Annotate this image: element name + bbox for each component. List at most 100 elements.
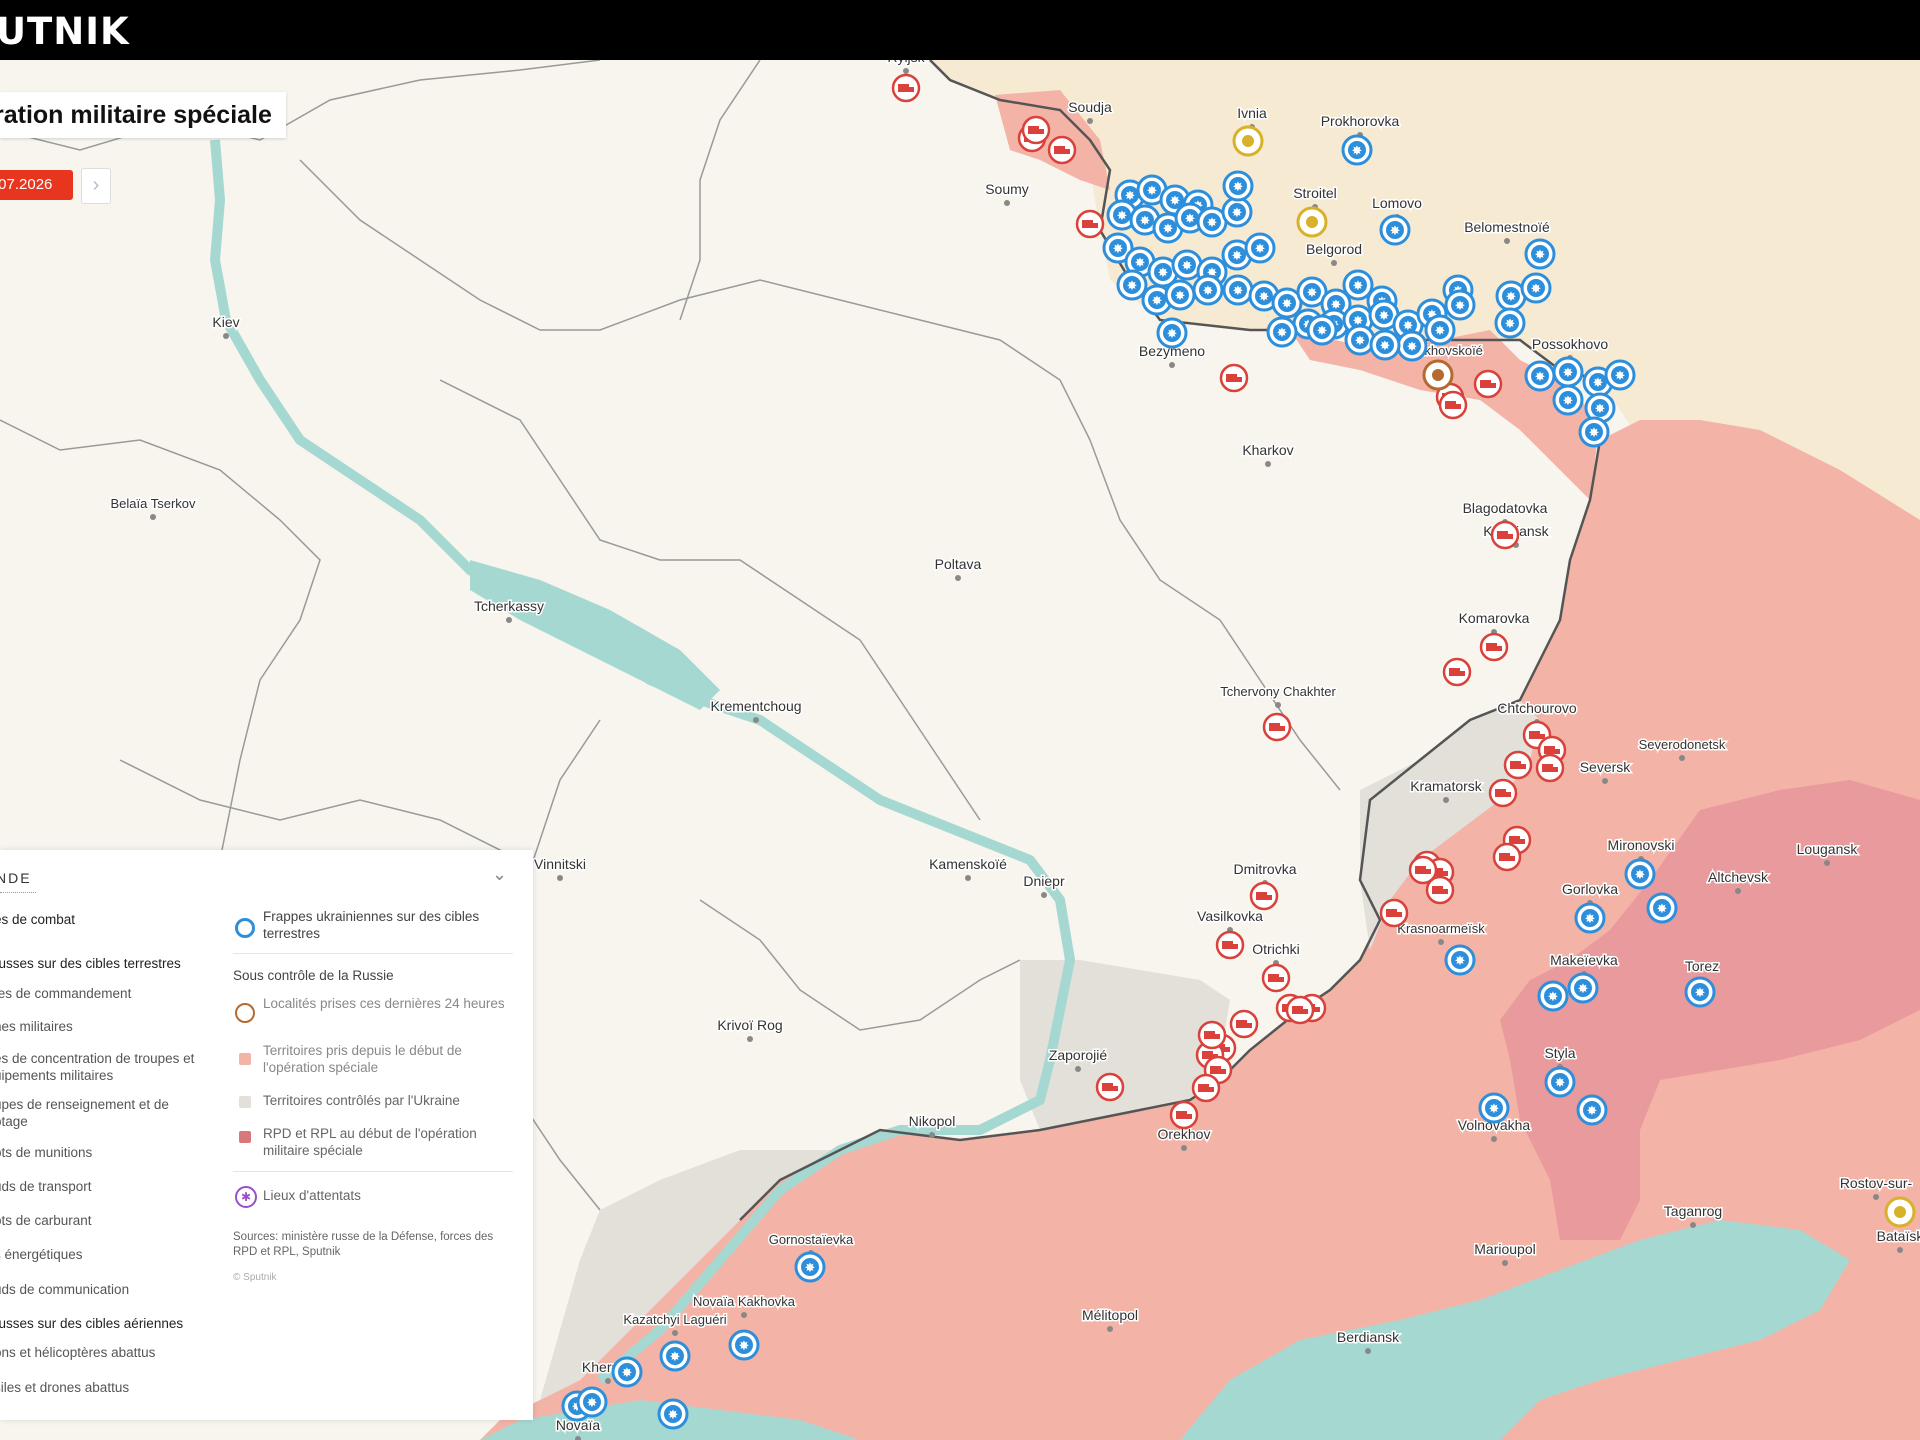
city-label[interactable]: Bataïsk xyxy=(1875,1227,1920,1246)
ukrainian-strike-marker[interactable]: ✸ xyxy=(1116,269,1148,301)
ukrainian-strike-marker[interactable]: ✸ xyxy=(657,1398,689,1430)
city-label[interactable]: Novaïa Kakhovka xyxy=(692,1293,798,1311)
ukrainian-strike-marker[interactable]: ✸ xyxy=(1341,134,1373,166)
legend-item[interactable]: siles et drones abattus xyxy=(0,1380,129,1395)
ukrainian-strike-marker[interactable]: ✸ xyxy=(1552,356,1584,388)
city-label[interactable]: Soudja xyxy=(1067,98,1114,117)
ukrainian-strike-marker[interactable]: ✸ xyxy=(1306,314,1338,346)
ukrainian-strike-marker[interactable]: ✸ xyxy=(1576,1094,1608,1126)
russian-strike-marker[interactable] xyxy=(1488,778,1518,808)
ukrainian-strike-marker[interactable]: ✸ xyxy=(659,1340,691,1372)
legend-ukraine-control[interactable]: Territoires contrôlés par l'Ukraine xyxy=(263,1092,508,1109)
city-label[interactable]: Dniepr xyxy=(1022,872,1067,891)
city-label[interactable]: Blagodatovka xyxy=(1461,499,1549,518)
chevron-right-icon[interactable]: › xyxy=(81,168,111,204)
legend-item[interactable]: uds de transport xyxy=(0,1179,92,1194)
legend-attacks[interactable]: Lieux d'attentats xyxy=(263,1187,508,1204)
legend-item[interactable]: russes sur des cibles aériennes xyxy=(0,1316,183,1331)
ukrainian-strike-marker[interactable]: ✸ xyxy=(1494,307,1526,339)
legend-item[interactable]: es de concentration de troupes et xyxy=(0,1051,194,1066)
city-label[interactable]: Kharkov xyxy=(1241,441,1295,460)
yellow-marker[interactable] xyxy=(1232,125,1264,157)
city-label[interactable]: Severodonetsk xyxy=(1637,736,1727,754)
city-label[interactable]: Stroitel xyxy=(1292,184,1339,203)
city-label[interactable]: Altchevsk xyxy=(1707,868,1771,887)
russian-strike-marker[interactable] xyxy=(1442,657,1472,687)
russian-strike-marker[interactable] xyxy=(1229,1009,1259,1039)
city-label[interactable]: Rostov-sur- xyxy=(1838,1174,1914,1193)
city-label[interactable]: Possokhovo xyxy=(1530,335,1609,354)
ukrainian-strike-marker[interactable]: ✸ xyxy=(1424,314,1456,346)
chevron-down-icon[interactable]: ⌄ xyxy=(492,864,507,885)
russian-strike-marker[interactable] xyxy=(1197,1020,1227,1050)
legend-item[interactable]: es de combat xyxy=(0,912,75,927)
city-label[interactable]: Kiev xyxy=(211,313,241,332)
ukrainian-strike-marker[interactable]: ✸ xyxy=(1244,232,1276,264)
russian-strike-marker[interactable] xyxy=(1285,995,1315,1025)
russian-strike-marker[interactable] xyxy=(1479,632,1509,662)
legend-item[interactable]: upes de renseignement et de xyxy=(0,1097,169,1112)
ukrainian-strike-marker[interactable]: ✸ xyxy=(1537,980,1569,1012)
legend-item[interactable]: otage xyxy=(0,1114,28,1129)
ukrainian-strike-marker[interactable]: ✸ xyxy=(611,1356,643,1388)
legend-dpr-lpr[interactable]: RPD et RPL au début de l'opération milit… xyxy=(263,1125,508,1159)
city-label[interactable]: Marioupol xyxy=(1473,1240,1537,1259)
city-label[interactable]: Mironovski xyxy=(1606,836,1676,855)
ukrainian-strike-marker[interactable]: ✸ xyxy=(1444,944,1476,976)
legend-item[interactable]: nes militaires xyxy=(0,1019,73,1034)
ukrainian-strike-marker[interactable]: ✸ xyxy=(1344,324,1376,356)
ukrainian-strike-marker[interactable]: ✸ xyxy=(576,1386,608,1418)
russian-strike-marker[interactable] xyxy=(1379,898,1409,928)
legend-item[interactable]: uds de communication xyxy=(0,1282,129,1297)
city-label[interactable]: Belaïa Tserkov xyxy=(109,495,198,513)
russian-strike-marker[interactable] xyxy=(1261,963,1291,993)
yellow-marker[interactable] xyxy=(1884,1196,1916,1228)
city-label[interactable]: Torez xyxy=(1683,957,1720,976)
russian-strike-marker[interactable] xyxy=(1535,753,1565,783)
city-label[interactable]: Vinnitski xyxy=(533,855,588,874)
ukrainian-strike-marker[interactable]: ✸ xyxy=(1222,274,1254,306)
russian-strike-marker[interactable] xyxy=(1215,930,1245,960)
city-label[interactable]: Ivnia xyxy=(1236,104,1269,123)
ukrainian-strike-marker[interactable]: ✸ xyxy=(1520,272,1552,304)
city-label[interactable]: Chtchourovo xyxy=(1496,699,1579,718)
russian-strike-marker[interactable] xyxy=(1047,135,1077,165)
city-label[interactable]: Styla xyxy=(1543,1044,1577,1063)
legend-captured-24h[interactable]: Localités prises ces dernières 24 heures xyxy=(263,995,508,1012)
russian-strike-marker[interactable] xyxy=(1095,1072,1125,1102)
russian-strike-marker[interactable] xyxy=(1408,855,1438,885)
city-label[interactable]: Poltava xyxy=(933,555,983,574)
legend-item[interactable]: ôts de carburant xyxy=(0,1213,92,1228)
city-label[interactable]: Prokhorovka xyxy=(1319,112,1401,131)
ukrainian-strike-marker[interactable]: ✸ xyxy=(1544,1066,1576,1098)
legend-item[interactable]: ons et hélicoptères abattus xyxy=(0,1345,155,1360)
ukrainian-strike-marker[interactable]: ✸ xyxy=(1646,892,1678,924)
russian-strike-marker[interactable] xyxy=(1249,881,1279,911)
ukrainian-strike-marker[interactable]: ✸ xyxy=(1574,902,1606,934)
city-label[interactable]: Krasnoarmeïsk xyxy=(1396,920,1487,938)
captured-locality-marker[interactable] xyxy=(1422,359,1454,391)
sputnik-logo[interactable]: UTNIK xyxy=(0,10,130,53)
ukrainian-strike-marker[interactable]: ✸ xyxy=(1478,1092,1510,1124)
city-label[interactable]: Berdiansk xyxy=(1335,1328,1401,1347)
ukrainian-strike-marker[interactable]: ✸ xyxy=(1379,214,1411,246)
city-label[interactable]: Lomovo xyxy=(1371,194,1424,213)
legend-ukr-strikes[interactable]: Frappes ukrainiennes sur des cibles terr… xyxy=(263,908,508,942)
russian-strike-marker[interactable] xyxy=(1490,520,1520,550)
ukrainian-strike-marker[interactable]: ✸ xyxy=(1192,274,1224,306)
ukrainian-strike-marker[interactable]: ✸ xyxy=(1524,360,1556,392)
ukrainian-strike-marker[interactable]: ✸ xyxy=(1684,976,1716,1008)
russian-strike-marker[interactable] xyxy=(1262,712,1292,742)
russian-strike-marker[interactable] xyxy=(1021,115,1051,145)
russian-strike-marker[interactable] xyxy=(1169,1100,1199,1130)
city-label[interactable]: Mélitopol xyxy=(1080,1306,1139,1325)
date-badge[interactable]: .07.2026 xyxy=(0,170,73,200)
ukrainian-strike-marker[interactable]: ✸ xyxy=(1222,170,1254,202)
ukrainian-strike-marker[interactable]: ✸ xyxy=(794,1251,826,1283)
russian-strike-marker[interactable] xyxy=(891,73,921,103)
city-label[interactable]: Vasilkovka xyxy=(1196,907,1265,926)
city-label[interactable]: Ryljsk xyxy=(886,60,927,67)
russian-strike-marker[interactable] xyxy=(1473,369,1503,399)
yellow-marker[interactable] xyxy=(1296,206,1328,238)
ukrainian-strike-marker[interactable]: ✸ xyxy=(1524,238,1556,270)
